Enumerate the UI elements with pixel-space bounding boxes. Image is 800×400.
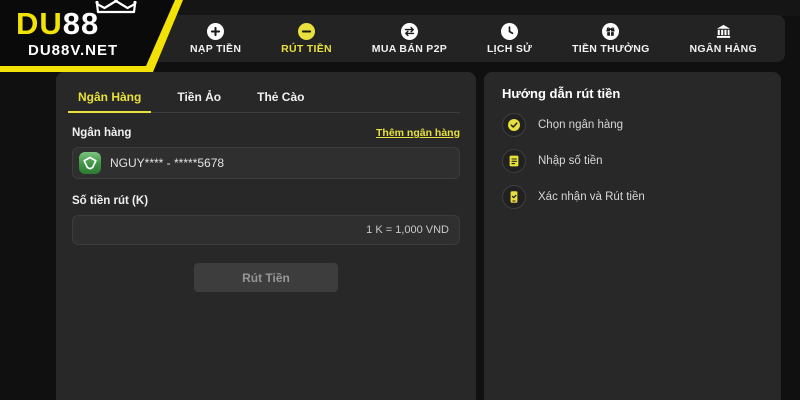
tab-crypto[interactable]: Tiền Ảo [173,84,225,112]
withdraw-submit-button[interactable]: Rút Tiền [194,263,338,292]
guide-title: Hướng dẫn rút tiền [502,86,763,101]
nav-label: NẠP TIỀN [190,43,241,55]
nav-item-rewards[interactable]: TIỀN THƯỞNG [572,23,650,55]
plus-circle-icon [207,23,224,40]
nav-item-withdraw[interactable]: RÚT TIỀN [281,23,332,55]
logo-background: DU88 DU88V.NET [0,0,183,66]
phone-confirm-icon [502,185,526,209]
amount-field-label: Số tiền rút (K) [72,195,148,207]
withdraw-panel: Ngân Hàng Tiền Ảo Thẻ Cào Ngân hàng Thêm… [56,72,476,400]
guide-step-3: Xác nhận và Rút tiền [502,185,763,209]
logo-domain: DU88V.NET [28,42,118,59]
guide-step-label: Chọn ngân hàng [538,119,623,131]
note-icon [502,149,526,173]
gift-icon [602,23,619,40]
bank-account-select[interactable]: NGUY**** - *****5678 [72,147,460,179]
main-nav: NẠP TIỀN RÚT TIỀN MUA BÁN P2P LỊCH SỬ TI… [100,15,785,62]
nav-item-bank[interactable]: NGÂN HÀNG [689,23,756,55]
nav-item-history[interactable]: LỊCH SỬ [487,23,532,55]
withdraw-method-tabs: Ngân Hàng Tiền Ảo Thẻ Cào [72,84,460,113]
swap-icon [401,23,418,40]
amount-input[interactable] [72,215,460,245]
bank-field-label: Ngân hàng [72,127,131,139]
bank-logo-shield-icon [79,152,101,174]
nav-label: MUA BÁN P2P [372,43,447,55]
tab-card[interactable]: Thẻ Cào [253,84,308,112]
tab-bank[interactable]: Ngân Hàng [74,84,145,112]
bank-account-masked: NGUY**** - *****5678 [110,156,224,170]
guide-step-label: Nhập số tiền [538,155,603,167]
minus-circle-icon [298,23,315,40]
clock-icon [501,23,518,40]
nav-label: NGÂN HÀNG [689,43,756,55]
nav-label: LỊCH SỬ [487,43,532,55]
nav-item-p2p[interactable]: MUA BÁN P2P [372,23,447,55]
bank-icon [715,23,732,40]
guide-step-2: Nhập số tiền [502,149,763,173]
nav-item-deposit[interactable]: NẠP TIỀN [190,23,241,55]
guide-step-label: Xác nhận và Rút tiền [538,191,645,203]
logo-title: DU88 [16,8,99,39]
guide-step-1: Chọn ngân hàng [502,113,763,137]
guide-panel: Hướng dẫn rút tiền Chọn ngân hàng Nhập s… [484,72,781,400]
check-circle-icon [502,113,526,137]
add-bank-link[interactable]: Thêm ngân hàng [376,127,460,139]
nav-label: TIỀN THƯỞNG [572,43,650,55]
nav-label: RÚT TIỀN [281,43,332,55]
